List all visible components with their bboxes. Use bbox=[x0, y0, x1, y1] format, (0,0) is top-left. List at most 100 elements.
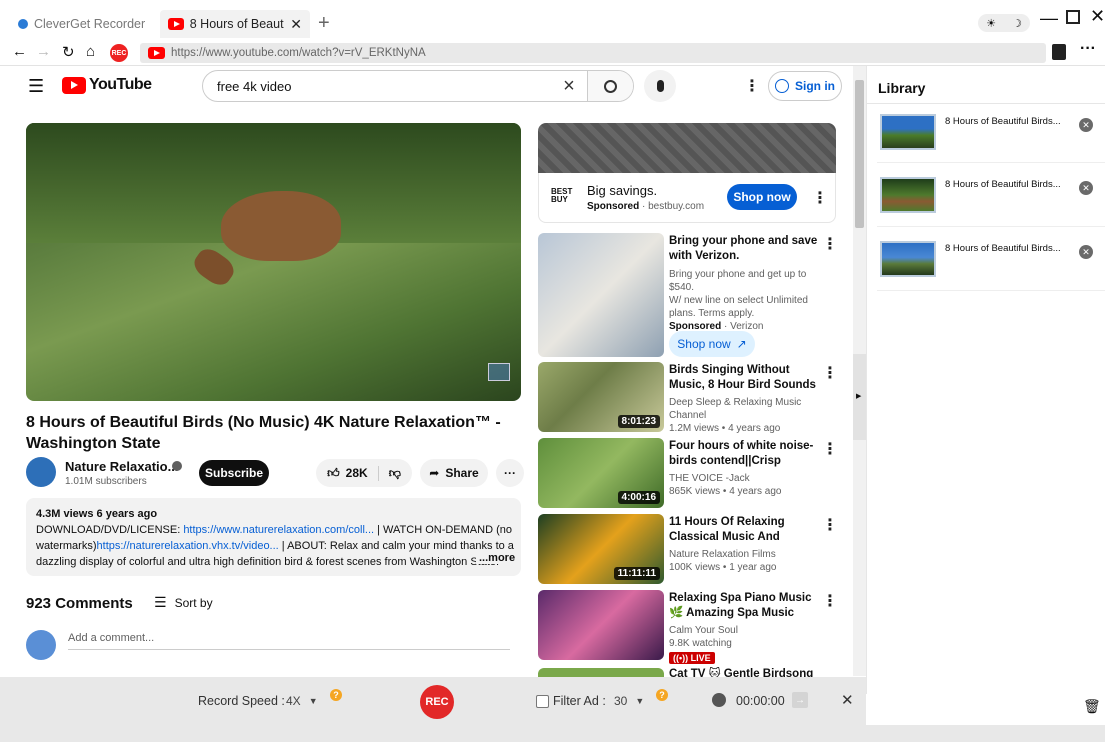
export-icon[interactable]: → bbox=[792, 692, 808, 708]
page-scrollbar[interactable]: ▶ bbox=[853, 66, 866, 676]
scrollbar-thumb[interactable] bbox=[855, 80, 864, 228]
ad-line: plans. Terms apply. bbox=[669, 308, 755, 319]
close-recorder-icon[interactable]: ✕ bbox=[841, 691, 854, 709]
theme-toggle[interactable]: ☀ ☽ bbox=[978, 14, 1030, 32]
remove-icon[interactable]: ✕ bbox=[1079, 181, 1093, 195]
sidebar-item-channel: Nature Relaxation Films bbox=[669, 549, 776, 560]
sidebar-item[interactable]: Relaxing Spa Piano Music 🌿 Amazing Spa M… bbox=[669, 591, 819, 664]
channel-name[interactable]: Nature Relaxatio... bbox=[65, 459, 178, 474]
rec-icon[interactable]: REC bbox=[110, 44, 128, 62]
show-more-button[interactable]: ...more bbox=[476, 552, 516, 564]
watermark-icon bbox=[488, 363, 510, 381]
new-tab-button[interactable]: + bbox=[318, 12, 330, 35]
verizon-ad-thumbnail[interactable] bbox=[538, 233, 664, 357]
expand-arrow-icon: ▶ bbox=[856, 393, 862, 400]
download-icon[interactable] bbox=[1052, 44, 1066, 60]
deer-head bbox=[189, 244, 239, 290]
more-actions-button[interactable]: ··· bbox=[496, 459, 524, 487]
library-item[interactable]: 8 Hours of Beautiful Birds... ✕ bbox=[877, 169, 1097, 227]
ad-sponsored: Sponsored bbox=[587, 201, 640, 212]
sidebar-thumbnail[interactable]: 8:01:23 bbox=[538, 362, 664, 432]
tab-youtube[interactable]: 8 Hours of Beautiful B ✕ bbox=[160, 10, 310, 38]
divider bbox=[867, 103, 1105, 104]
remove-icon[interactable]: ✕ bbox=[1079, 118, 1093, 132]
subscribe-button[interactable]: Subscribe bbox=[199, 460, 269, 486]
more-icon[interactable]: ··· bbox=[1080, 40, 1096, 58]
sidebar-item-menu-icon[interactable]: ⋮ bbox=[822, 591, 838, 611]
sidebar-item-channel: Deep Sleep & Relaxing Music Channel bbox=[669, 397, 802, 421]
clear-search-icon[interactable]: × bbox=[551, 75, 587, 98]
sidebar-item[interactable]: Cat TV 🐱 Gentle Birdsong and bbox=[669, 667, 819, 677]
sidebar-item[interactable]: 11 Hours Of Relaxing Classical Music And… bbox=[669, 515, 819, 574]
library-item[interactable]: 8 Hours of Beautiful Birds... ✕ bbox=[877, 233, 1097, 291]
forward-icon[interactable]: → bbox=[36, 43, 51, 60]
like-button[interactable]: 👍︎ 28K bbox=[327, 465, 379, 481]
youtube-logo[interactable]: YouTube bbox=[62, 76, 152, 94]
filter-ad-checkbox[interactable] bbox=[536, 695, 549, 708]
share-icon: ➦ bbox=[429, 466, 440, 480]
close-tab-icon[interactable]: ✕ bbox=[290, 16, 302, 33]
video-duration: 11:11:11 bbox=[613, 567, 660, 580]
ad-sponsor-line: Sponsored · bestbuy.com bbox=[587, 201, 705, 212]
ad-shop-now-button[interactable]: Shop now bbox=[727, 184, 797, 210]
sidebar-item[interactable]: Four hours of white noise-birds contend|… bbox=[669, 439, 819, 498]
home-icon[interactable]: ⌂ bbox=[86, 43, 95, 60]
help-icon[interactable]: ? bbox=[656, 689, 668, 701]
ad-banner[interactable] bbox=[538, 123, 836, 173]
rec-button[interactable]: REC bbox=[420, 685, 454, 719]
sidebar-thumbnail[interactable] bbox=[538, 668, 664, 677]
license-link[interactable]: https://www.naturerelaxation.com/coll... bbox=[183, 524, 374, 536]
verified-icon bbox=[172, 461, 182, 471]
sign-in-button[interactable]: Sign in bbox=[768, 71, 842, 101]
sort-by-button[interactable]: ☰ Sort by bbox=[154, 594, 213, 611]
sign-in-label: Sign in bbox=[795, 79, 835, 93]
thumbs-down-icon: 👎︎ bbox=[388, 465, 401, 480]
sidebar-thumbnail[interactable]: 11:11:11 bbox=[538, 514, 664, 584]
sidebar-item-menu-icon[interactable]: ⋮ bbox=[822, 363, 838, 383]
close-window-button[interactable]: ✕ bbox=[1090, 6, 1105, 27]
filter-ad-value: 30 bbox=[614, 694, 628, 708]
minimize-button[interactable]: — bbox=[1040, 8, 1058, 29]
share-button[interactable]: ➦ Share bbox=[420, 459, 488, 487]
record-speed-select[interactable]: 4X ▼ bbox=[286, 694, 318, 708]
library-thumbnail bbox=[880, 177, 936, 213]
sidebar-item-channel: THE VOICE -Jack bbox=[669, 473, 750, 484]
sidebar-item[interactable]: Birds Singing Without Music, 8 Hour Bird… bbox=[669, 363, 819, 435]
reload-icon[interactable]: ↻ bbox=[62, 43, 75, 61]
settings-menu-icon[interactable]: ⋮ bbox=[744, 76, 760, 96]
filter-ad-select[interactable]: 30 ▼ bbox=[614, 694, 644, 708]
verizon-shop-now-button[interactable]: Shop now ↗ bbox=[669, 331, 755, 357]
description-box[interactable]: 4.3M views 6 years ago DOWNLOAD/DVD/LICE… bbox=[26, 498, 521, 576]
vhx-link[interactable]: https://naturerelaxation.vhx.tv/video... bbox=[97, 540, 279, 552]
search-button[interactable] bbox=[587, 71, 633, 101]
description-text: | WATCH ON-DEMAND (no bbox=[374, 524, 512, 536]
channel-avatar[interactable] bbox=[26, 457, 56, 487]
trash-icon[interactable]: 🗑︎ bbox=[1083, 698, 1101, 715]
verizon-ad-info[interactable]: Bring your phone and save with Verizon. … bbox=[669, 234, 819, 333]
sidebar-thumbnail[interactable]: 4:00:16 bbox=[538, 438, 664, 508]
menu-icon[interactable]: ☰ bbox=[28, 76, 44, 97]
help-icon[interactable]: ? bbox=[330, 689, 342, 701]
remove-icon[interactable]: ✕ bbox=[1079, 245, 1093, 259]
sun-icon: ☀ bbox=[986, 17, 996, 30]
ad-menu-icon[interactable]: ⋮ bbox=[812, 188, 828, 208]
sidebar-thumbnail[interactable] bbox=[538, 590, 664, 660]
chevron-down-icon: ▼ bbox=[308, 696, 318, 706]
sidebar-item-menu-icon[interactable]: ⋮ bbox=[822, 439, 838, 459]
video-player[interactable] bbox=[26, 123, 521, 401]
library-item[interactable]: 8 Hours of Beautiful Birds... ✕ bbox=[877, 106, 1097, 164]
video-title: 8 Hours of Beautiful Birds (No Music) 4K… bbox=[26, 414, 501, 452]
back-icon[interactable]: ← bbox=[12, 43, 27, 60]
sidebar-item-menu-icon[interactable]: ⋮ bbox=[822, 515, 838, 535]
maximize-button[interactable] bbox=[1066, 10, 1080, 24]
moon-icon: ☽ bbox=[1012, 17, 1022, 30]
add-comment-input[interactable]: Add a comment... bbox=[68, 632, 510, 650]
voice-search-button[interactable] bbox=[644, 70, 676, 102]
search-box[interactable]: free 4k video × bbox=[202, 70, 634, 102]
sidebar-item-menu-icon[interactable]: ⋮ bbox=[822, 234, 838, 254]
tab-cleverget[interactable]: CleverGet Recorder bbox=[10, 10, 160, 38]
dislike-button[interactable]: 👎︎ bbox=[379, 466, 401, 481]
url-field[interactable]: https://www.youtube.com/watch?v=rV_ERKtN… bbox=[140, 43, 1046, 63]
search-input[interactable]: free 4k video bbox=[203, 79, 551, 94]
chevron-down-icon: ▼ bbox=[635, 696, 645, 706]
